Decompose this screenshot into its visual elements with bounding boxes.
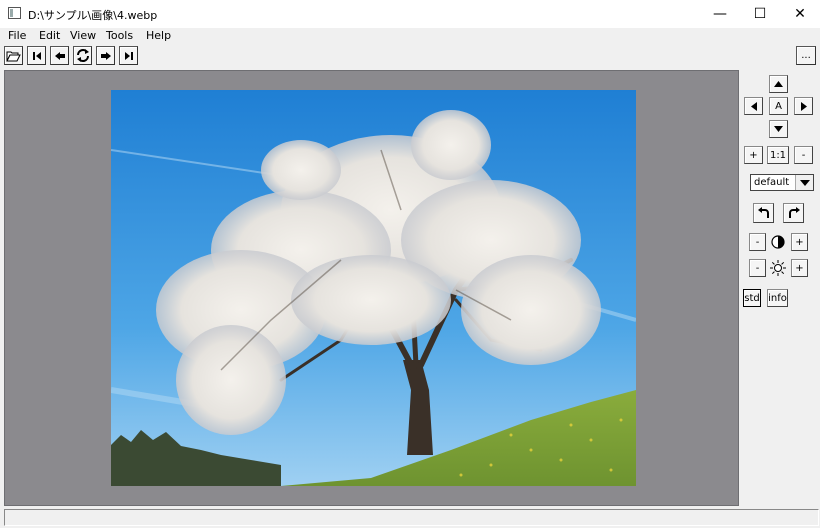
displayed-image: [111, 90, 636, 486]
contrast-icon: [771, 235, 785, 252]
rotate-left-button[interactable]: [753, 203, 774, 223]
window-title: D:\サンプル\画像\4.webp: [28, 9, 158, 22]
next-image-icon: [100, 51, 111, 60]
toolbar: ...: [0, 44, 820, 69]
info-button[interactable]: info: [767, 289, 788, 307]
zoom-out-button[interactable]: -: [794, 146, 813, 164]
rotate-left-icon: [757, 207, 769, 218]
brightness-icon: [770, 260, 786, 279]
open-folder-button[interactable]: [4, 46, 23, 65]
more-button[interactable]: ...: [796, 46, 816, 65]
reload-icon: [76, 49, 89, 62]
status-bar: [4, 509, 819, 526]
scroll-left-button[interactable]: [744, 97, 763, 115]
previous-image-button[interactable]: [50, 46, 69, 65]
contrast-decrease-button[interactable]: -: [749, 233, 766, 251]
title-bar: D:\サンプル\画像\4.webp — ☐ ✕: [0, 0, 820, 28]
next-image-button[interactable]: [96, 46, 115, 65]
scroll-right-button[interactable]: [794, 97, 813, 115]
std-button[interactable]: std: [743, 289, 761, 307]
last-image-button[interactable]: [119, 46, 138, 65]
rotate-right-button[interactable]: [783, 203, 804, 223]
menu-help[interactable]: Help: [146, 29, 171, 42]
image-viewport[interactable]: [4, 70, 739, 506]
app-icon: [8, 7, 21, 19]
filter-select[interactable]: default: [750, 174, 814, 191]
menu-bar: File Edit View Tools Help: [0, 28, 820, 45]
rotate-right-icon: [788, 207, 800, 218]
contrast-increase-button[interactable]: +: [791, 233, 808, 251]
reload-button[interactable]: [73, 46, 92, 65]
first-image-icon: [32, 51, 41, 60]
center-button[interactable]: A: [769, 97, 788, 115]
zoom-in-button[interactable]: +: [744, 146, 763, 164]
scroll-down-button[interactable]: [769, 120, 788, 138]
last-image-icon: [124, 51, 133, 60]
minimize-button[interactable]: —: [700, 0, 740, 28]
menu-file[interactable]: File: [8, 29, 26, 42]
zoom-reset-button[interactable]: 1:1: [767, 146, 789, 164]
previous-image-icon: [54, 51, 65, 60]
first-image-button[interactable]: [27, 46, 46, 65]
open-folder-icon: [6, 51, 21, 61]
menu-tools[interactable]: Tools: [106, 29, 133, 42]
arrow-down-icon: [774, 126, 783, 132]
close-button[interactable]: ✕: [780, 0, 820, 28]
maximize-button[interactable]: ☐: [740, 0, 780, 28]
scroll-up-button[interactable]: [769, 75, 788, 93]
chevron-down-icon: [795, 175, 813, 190]
menu-edit[interactable]: Edit: [39, 29, 60, 42]
menu-view[interactable]: View: [70, 29, 96, 42]
arrow-left-icon: [750, 101, 757, 111]
filter-select-value: default: [754, 177, 790, 188]
side-panel: A + 1:1 - default - + - + std info: [739, 70, 820, 506]
arrow-up-icon: [774, 81, 783, 87]
arrow-right-icon: [800, 101, 807, 111]
brightness-decrease-button[interactable]: -: [749, 259, 766, 277]
brightness-increase-button[interactable]: +: [791, 259, 808, 277]
